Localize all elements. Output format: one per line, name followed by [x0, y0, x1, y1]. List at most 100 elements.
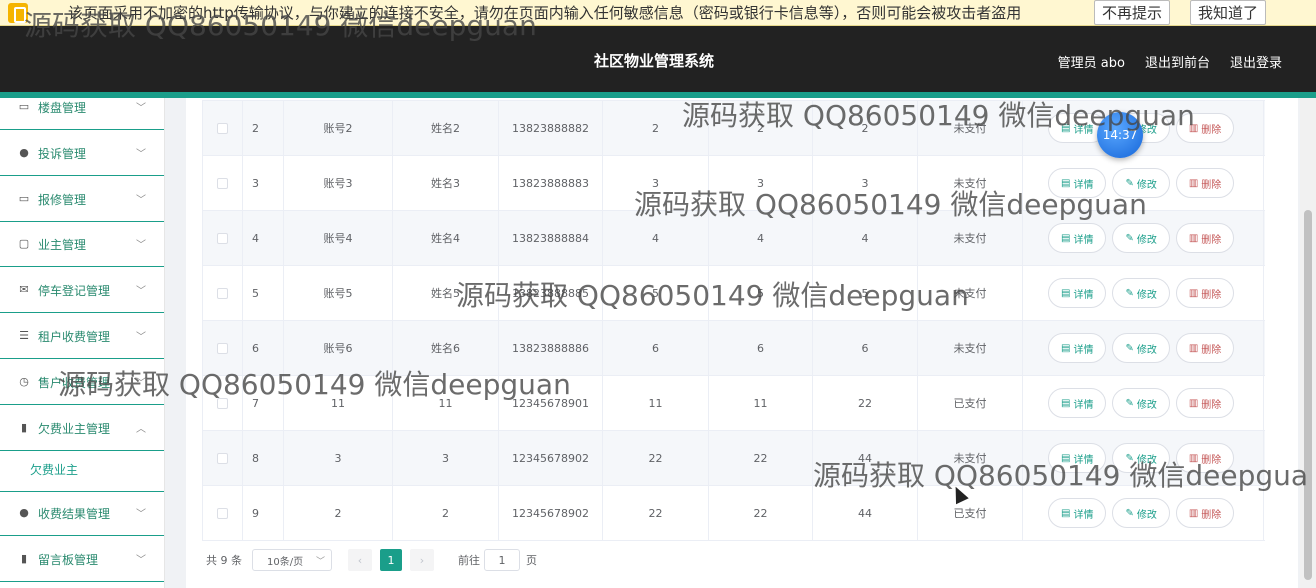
- cell-status: 已支付: [918, 376, 1023, 430]
- trash-icon: ▥: [1188, 232, 1199, 244]
- detail-button[interactable]: ▤ 详情: [1048, 388, 1107, 418]
- vertical-scrollbar[interactable]: [1300, 98, 1316, 588]
- chevron-down-icon: ﹀: [136, 195, 146, 206]
- edit-icon: ✎: [1125, 232, 1134, 244]
- sidebar-item-label: 停车登记管理: [38, 283, 111, 298]
- edit-button[interactable]: ✎修改: [1112, 333, 1170, 363]
- detail-button-label: 详情: [1073, 344, 1094, 356]
- row-checkbox[interactable]: [217, 397, 228, 409]
- chevron-up-icon: ︿: [136, 424, 146, 435]
- edit-button[interactable]: ✎修改: [1112, 498, 1170, 528]
- page-number-current[interactable]: 1: [380, 549, 402, 571]
- cell-checkbox: [202, 376, 243, 430]
- cell-index: 7: [243, 376, 284, 430]
- edit-button-label: 修改: [1136, 289, 1157, 301]
- delete-button[interactable]: ▥ 删除: [1175, 498, 1235, 528]
- cell-index: 3: [243, 156, 284, 210]
- cell-actions: ▤详情✎修改▥删除: [1023, 101, 1264, 155]
- row-checkbox[interactable]: [217, 232, 228, 244]
- top-header: 社区物业管理系统 管理员 abo 退出到前台 退出登录: [0, 26, 1316, 92]
- edit-button[interactable]: ✎修改: [1112, 443, 1170, 473]
- cell-index: 9: [243, 486, 284, 540]
- delete-button-label: 删除: [1201, 344, 1222, 356]
- edit-button-label: 修改: [1136, 344, 1157, 356]
- cell-name: 姓名2: [393, 101, 499, 155]
- detail-button-label: 详情: [1073, 289, 1094, 301]
- pagination-total: 共 9 条: [206, 554, 242, 567]
- trash-icon: ▥: [1188, 177, 1199, 189]
- scrollbar-thumb[interactable]: [1304, 210, 1312, 580]
- warning-text: 该页面采用不加密的http传输协议，与你建立的连接不安全，请勿在页面内输入任何敏…: [68, 4, 1022, 22]
- delete-button[interactable]: ▥ 删除: [1175, 278, 1235, 308]
- delete-button[interactable]: ▥ 删除: [1175, 333, 1235, 363]
- detail-button[interactable]: ▤ 详情: [1048, 223, 1107, 253]
- delete-button[interactable]: ▥ 删除: [1175, 168, 1235, 198]
- cell-value-2: 11: [709, 376, 813, 430]
- detail-button[interactable]: ▤ 详情: [1048, 498, 1107, 528]
- delete-button-label: 删除: [1201, 124, 1222, 136]
- trash-icon: ▥: [1188, 397, 1199, 409]
- goto-page-input[interactable]: [484, 549, 520, 571]
- cell-account: 账号6: [284, 321, 393, 375]
- detail-button[interactable]: ▤ 详情: [1048, 443, 1107, 473]
- floating-clock-badge[interactable]: 14:37: [1097, 112, 1143, 158]
- cell-value-3: 22: [813, 376, 918, 430]
- detail-icon: ▤: [1061, 232, 1071, 244]
- detail-button-label: 详情: [1073, 399, 1094, 411]
- edit-button[interactable]: ✎修改: [1112, 278, 1170, 308]
- page-size-select[interactable]: 10条/页 ﹀: [252, 549, 332, 571]
- page-suffix-label: 页: [526, 554, 537, 567]
- row-checkbox[interactable]: [217, 287, 228, 299]
- row-checkbox[interactable]: [217, 177, 228, 189]
- row-checkbox[interactable]: [217, 452, 228, 464]
- chevron-down-icon: ﹀: [136, 286, 146, 297]
- delete-button[interactable]: ▥ 删除: [1175, 223, 1235, 253]
- detail-button[interactable]: ▤ 详情: [1048, 278, 1107, 308]
- cell-actions: ▤详情✎修改▥删除: [1023, 376, 1264, 430]
- cell-phone: 12345678902: [499, 486, 603, 540]
- cell-index: 4: [243, 211, 284, 265]
- sidebar-item-tenant-fees[interactable]: ☰ 租户收费管理 ﹀: [0, 314, 164, 359]
- logout-link[interactable]: 退出登录: [1230, 52, 1282, 71]
- edit-button[interactable]: ✎修改: [1112, 168, 1170, 198]
- current-user-label[interactable]: 管理员 abo: [1058, 52, 1125, 71]
- cell-checkbox: [202, 101, 243, 155]
- sidebar-item-label: 租户收费管理: [38, 329, 111, 344]
- edit-button-label: 修改: [1136, 509, 1157, 521]
- cell-checkbox: [202, 266, 243, 320]
- next-page-button[interactable]: ›: [410, 549, 434, 571]
- exit-to-front-link[interactable]: 退出到前台: [1145, 52, 1210, 71]
- prev-page-button[interactable]: ‹: [348, 549, 372, 571]
- sidebar-item-arrears[interactable]: ▮ 欠费业主管理 ︿: [0, 406, 164, 451]
- cell-actions: ▤详情✎修改▥删除: [1023, 156, 1264, 210]
- cell-status: 未支付: [918, 101, 1023, 155]
- detail-button[interactable]: ▤ 详情: [1048, 333, 1107, 363]
- got-it-button[interactable]: 我知道了: [1189, 0, 1266, 25]
- sidebar-item-message-board[interactable]: ▮ 留言板管理 ﹀: [0, 537, 164, 582]
- sidebar-item-buildings[interactable]: ▭ 楼盘管理 ﹀: [0, 85, 164, 130]
- parking-icon: ✉: [19, 283, 29, 296]
- sidebar-item-fee-results[interactable]: ● 收费结果管理 ﹀: [0, 491, 164, 536]
- edit-button[interactable]: ✎修改: [1112, 223, 1170, 253]
- detail-button[interactable]: ▤ 详情: [1048, 168, 1107, 198]
- dont-show-again-button[interactable]: 不再提示: [1093, 0, 1170, 25]
- delete-button[interactable]: ▥ 删除: [1175, 113, 1235, 143]
- edit-button[interactable]: ✎修改: [1112, 388, 1170, 418]
- row-checkbox[interactable]: [217, 342, 228, 354]
- sidebar-subitem-arrears-owners[interactable]: 欠费业主: [0, 447, 164, 492]
- goto-label: 前往: [458, 554, 480, 567]
- cell-value-3: 4: [813, 211, 918, 265]
- sidebar-item-repairs[interactable]: ▭ 报修管理 ﹀: [0, 177, 164, 222]
- sidebar-item-parking[interactable]: ✉ 停车登记管理 ﹀: [0, 268, 164, 313]
- sidebar-item-complaints[interactable]: ● 投诉管理 ﹀: [0, 131, 164, 176]
- page-size-value: 10条/页: [267, 556, 304, 568]
- detail-button-label: 详情: [1073, 124, 1094, 136]
- delete-button[interactable]: ▥ 删除: [1175, 443, 1235, 473]
- sidebar-item-owners[interactable]: ▢ 业主管理 ﹀: [0, 222, 164, 267]
- sidebar-item-label: 报修管理: [38, 192, 87, 207]
- row-checkbox[interactable]: [217, 122, 228, 134]
- row-checkbox[interactable]: [217, 507, 228, 519]
- delete-button[interactable]: ▥ 删除: [1175, 388, 1235, 418]
- sidebar-item-sale-fees[interactable]: ◷ 售户收费管理 ﹀: [0, 360, 164, 405]
- detail-icon: ▤: [1061, 397, 1071, 409]
